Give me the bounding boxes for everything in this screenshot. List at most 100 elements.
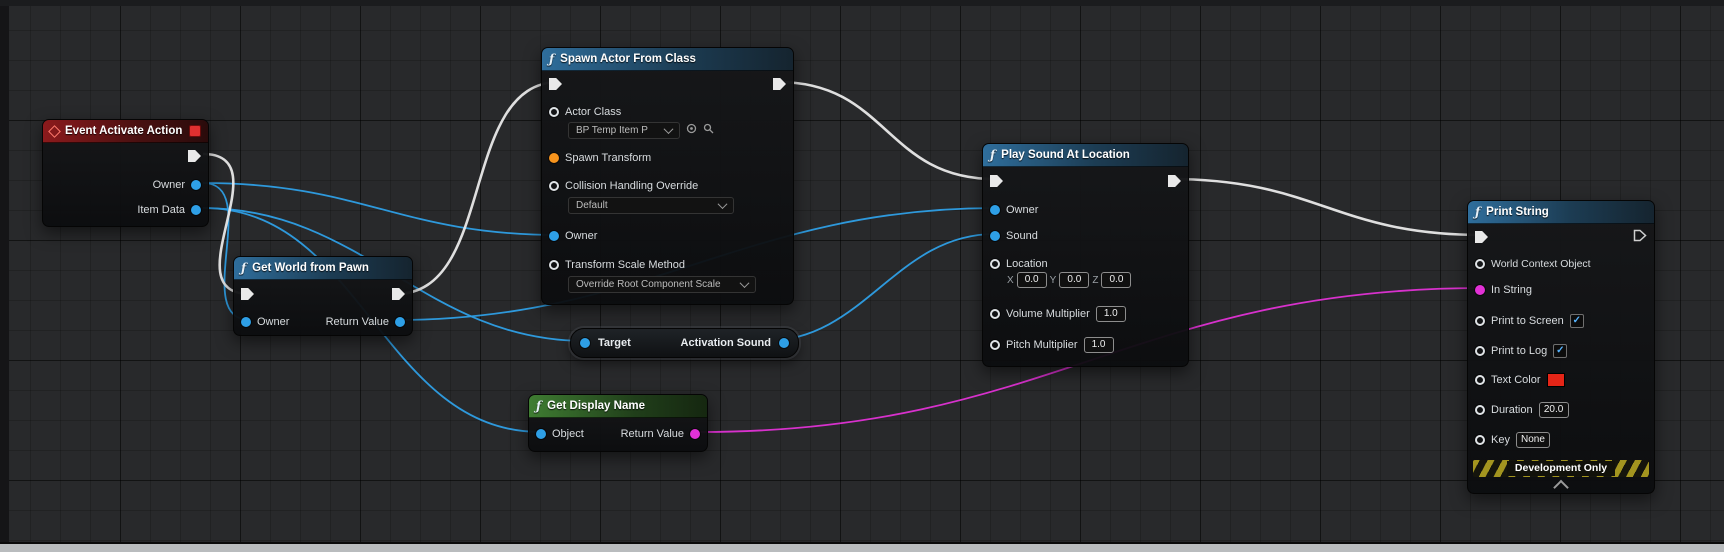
node-title: Print String [1486,206,1549,218]
wire-exec-getworld-to-spawn[interactable] [395,80,560,296]
pin-label: Object [552,428,584,440]
pin-label: Collision Handling Override [565,180,699,192]
in-string-pin[interactable] [1475,285,1485,295]
search-icon[interactable] [703,123,714,137]
collision-value: Default [576,199,608,211]
node-get-world-from-pawn[interactable]: ƒ Get World from Pawn Owner Return Value [233,256,413,336]
pin-label: Transform Scale Method [565,259,686,271]
pin-label: Owner [152,179,185,191]
node-header[interactable]: ƒ Print String [1468,201,1654,224]
owner-out-pin[interactable] [191,180,201,190]
node-event-activate-action[interactable]: Event Activate Action Owner Item Data [42,119,209,227]
exec-out-pin[interactable] [188,150,201,162]
location-pin[interactable] [990,259,1000,269]
text-color-swatch[interactable] [1546,373,1565,387]
function-icon: ƒ [536,399,542,413]
return-value-out-pin[interactable] [395,317,405,327]
owner-in-pin[interactable] [549,231,559,241]
transform-scale-method-pin[interactable] [549,260,559,270]
return-value-out-pin[interactable] [690,429,700,439]
exec-out-pin[interactable] [392,288,405,300]
actor-class-dropdown[interactable]: BP Temp Item P [568,121,680,139]
actor-class-value: BP Temp Item P [576,124,648,136]
blueprint-graph-canvas[interactable]: Event Activate Action Owner Item Data ƒ … [0,0,1724,552]
exec-out-pin[interactable] [1633,229,1647,245]
location-z-field[interactable]: 0.0 [1101,272,1132,288]
pin-label: Owner [1006,204,1039,216]
location-y-field[interactable]: 0.0 [1059,272,1090,288]
wire-owner-to-spawn-owner[interactable] [202,182,560,236]
target-in-pin[interactable] [580,338,590,348]
key-pin[interactable] [1475,435,1485,445]
volume-multiplier-field[interactable]: 1.0 [1095,306,1126,322]
node-header[interactable]: ƒ Spawn Actor From Class [542,48,793,71]
exec-out-pin[interactable] [1168,175,1181,187]
chevron-down-icon [663,123,674,134]
window-bottom-edge [0,542,1724,552]
node-title: Event Activate Action [65,125,183,137]
pin-label: Spawn Transform [565,152,652,164]
duration-field[interactable]: 20.0 [1538,402,1569,418]
text-color-pin[interactable] [1475,375,1485,385]
development-only-label: Development Only [1506,461,1616,476]
collision-handling-pin[interactable] [549,181,559,191]
wire-exec-playsound-to-printstring[interactable] [1168,177,1484,237]
spawn-transform-pin[interactable] [549,153,559,163]
exec-out-pin[interactable] [773,78,786,90]
pitch-multiplier-field[interactable]: 1.0 [1083,337,1114,353]
node-get-display-name[interactable]: ƒ Get Display Name Object Return Value [528,394,708,452]
node-header[interactable]: ƒ Get World from Pawn [234,257,412,280]
node-spawn-actor-from-class[interactable]: ƒ Spawn Actor From Class Actor Class BP … [541,47,794,305]
duration-pin[interactable] [1475,405,1485,415]
activation-sound-out-pin[interactable] [779,338,789,348]
owner-in-pin[interactable] [241,317,251,327]
pin-label: In String [1491,284,1532,296]
node-activation-sound-getter[interactable]: Target Activation Sound [570,328,799,358]
event-icon [48,124,61,138]
pin-label: Print to Log [1491,345,1548,357]
collision-handling-dropdown[interactable]: Default [568,196,734,214]
pin-label: Actor Class [565,106,622,118]
pin-label: Key [1491,434,1510,446]
node-header[interactable]: Event Activate Action [43,120,208,143]
pin-label: Return Value [325,316,389,328]
location-x-field[interactable]: 0.0 [1016,272,1047,288]
node-header[interactable]: ƒ Play Sound At Location [983,144,1188,167]
owner-in-pin[interactable] [990,205,1000,215]
actor-class-pin[interactable] [549,107,559,117]
pin-label: Location [1006,258,1048,270]
print-to-log-pin[interactable] [1475,346,1485,356]
item-data-out-pin[interactable] [191,205,201,215]
pin-label: Text Color [1491,374,1541,386]
collapse-chevron-icon[interactable] [1553,479,1569,496]
axis-label-z: Z [1092,274,1099,286]
world-context-object-pin[interactable] [1475,259,1485,269]
chevron-down-icon [717,198,728,209]
function-icon: ƒ [241,261,247,275]
panel-top-edge [0,0,1724,6]
pin-label: Item Data [137,204,185,216]
sound-in-pin[interactable] [990,231,1000,241]
pin-label: Volume Multiplier [1006,308,1090,320]
browse-asset-icon[interactable] [686,123,697,137]
axis-label-x: X [1007,274,1014,286]
node-header[interactable]: ƒ Get Display Name [529,395,707,418]
print-to-log-checkbox[interactable] [1553,344,1568,358]
node-print-string[interactable]: ƒ Print String World Context Object In S… [1467,200,1655,496]
print-to-screen-checkbox[interactable] [1569,314,1584,328]
print-to-screen-pin[interactable] [1475,316,1485,326]
pin-label: Pitch Multiplier [1006,339,1078,351]
wire-activationsound-to-sound[interactable] [764,233,996,342]
volume-multiplier-pin[interactable] [990,309,1000,319]
pin-label: World Context Object [1491,258,1591,270]
pitch-multiplier-pin[interactable] [990,340,1000,350]
object-in-pin[interactable] [536,429,546,439]
axis-label-y: Y [1049,274,1057,286]
function-icon: ƒ [549,52,555,66]
key-field[interactable]: None [1515,432,1550,448]
wire-exec-spawn-to-playsound[interactable] [777,80,996,181]
development-only-banner: Development Only [1473,460,1649,477]
transform-scale-method-dropdown[interactable]: Override Root Component Scale [568,275,756,293]
pin-label: Return Value [620,428,684,440]
node-play-sound-at-location[interactable]: ƒ Play Sound At Location Owner Sound Loc… [982,143,1189,367]
